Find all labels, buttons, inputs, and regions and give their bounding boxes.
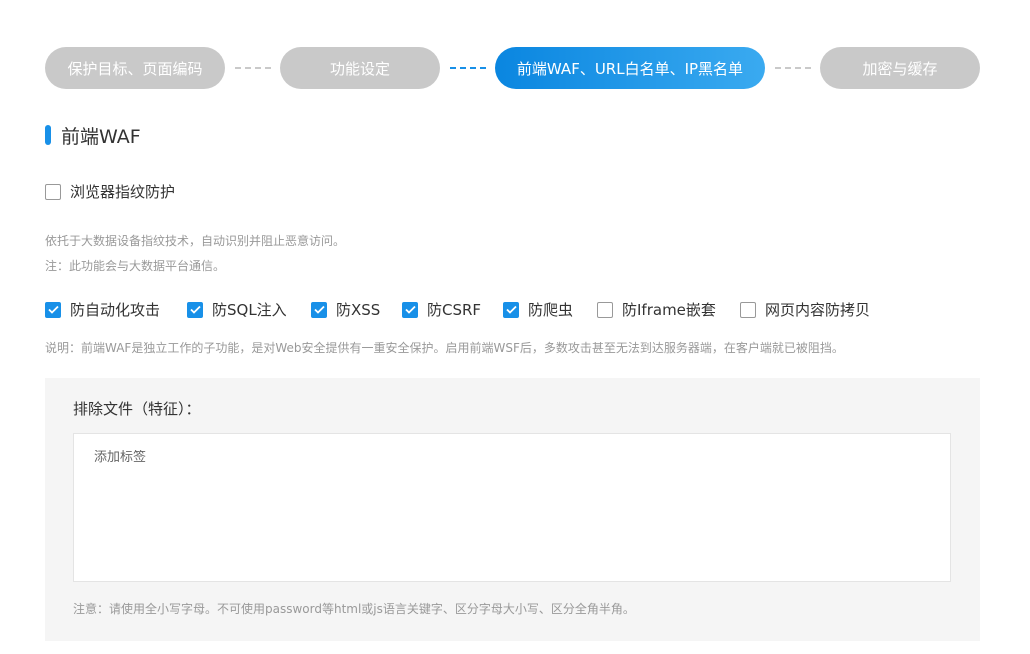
section-title: 前端WAF — [61, 125, 141, 148]
exclude-note: 注意：请使用全小写字母。不可使用password等html或js语言关键字、区分… — [73, 602, 635, 616]
check-icon — [505, 305, 517, 314]
wizard-stepper: 保护目标、页面编码 功能设定 前端WAF、URL白名单、IP黑名单 加密与缓存 — [45, 47, 980, 89]
tag-input[interactable] — [94, 450, 494, 465]
check-icon — [47, 305, 59, 314]
check-icon — [313, 305, 325, 314]
step-frontend-waf[interactable]: 前端WAF、URL白名单、IP黑名单 — [495, 47, 765, 89]
option-anti-iframe[interactable]: 防Iframe嵌套 — [597, 299, 716, 320]
option-anti-xss[interactable]: 防XSS — [311, 299, 380, 320]
tag-input-area[interactable] — [73, 433, 951, 582]
checkbox-checked[interactable] — [311, 301, 327, 318]
step-connector — [235, 67, 271, 69]
step-connector-active — [450, 67, 486, 69]
fingerprint-checkbox[interactable]: 浏览器指纹防护 — [45, 181, 175, 202]
checkbox-checked[interactable] — [503, 301, 519, 318]
checkbox-box[interactable] — [45, 183, 61, 200]
checkbox-checked[interactable] — [45, 301, 61, 318]
option-anti-crawler[interactable]: 防爬虫 — [503, 299, 573, 320]
option-anti-automation[interactable]: 防自动化攻击 — [45, 299, 160, 320]
option-anti-sql-injection[interactable]: 防SQL注入 — [187, 299, 287, 320]
option-label: 防自动化攻击 — [70, 301, 161, 319]
waf-explanation: 说明：前端WAF是独立工作的子功能，是对Web安全提供有一重安全保护。启用前端W… — [45, 341, 844, 355]
step-connector — [775, 67, 811, 69]
step-function-settings[interactable]: 功能设定 — [280, 47, 440, 89]
exclude-panel: 排除文件（特征）： 注意：请使用全小写字母。不可使用password等html或… — [45, 378, 980, 641]
option-label: 网页内容防拷贝 — [765, 301, 871, 319]
option-label: 防CSRF — [427, 301, 482, 319]
section-title-marker — [45, 125, 51, 145]
fingerprint-label: 浏览器指纹防护 — [70, 183, 176, 201]
checkbox-box[interactable] — [740, 301, 756, 318]
option-anti-csrf[interactable]: 防CSRF — [402, 299, 481, 320]
option-label: 防XSS — [336, 301, 381, 319]
option-anti-copy[interactable]: 网页内容防拷贝 — [740, 299, 870, 320]
check-icon — [404, 305, 416, 314]
step-encryption-cache[interactable]: 加密与缓存 — [820, 47, 980, 89]
option-label: 防爬虫 — [528, 301, 574, 319]
checkbox-box[interactable] — [597, 301, 613, 318]
exclude-label: 排除文件（特征）： — [73, 400, 201, 418]
fingerprint-description: 依托于大数据设备指纹技术，自动识别并阻止恶意访问。 — [45, 234, 346, 248]
section-header: 前端WAF — [45, 124, 141, 148]
step-protect-target[interactable]: 保护目标、页面编码 — [45, 47, 225, 89]
option-label: 防SQL注入 — [212, 301, 287, 319]
option-label: 防Iframe嵌套 — [622, 301, 716, 319]
checkbox-checked[interactable] — [187, 301, 203, 318]
fingerprint-note: 注：此功能会与大数据平台通信。 — [45, 259, 226, 273]
checkbox-checked[interactable] — [402, 301, 418, 318]
check-icon — [189, 305, 201, 314]
